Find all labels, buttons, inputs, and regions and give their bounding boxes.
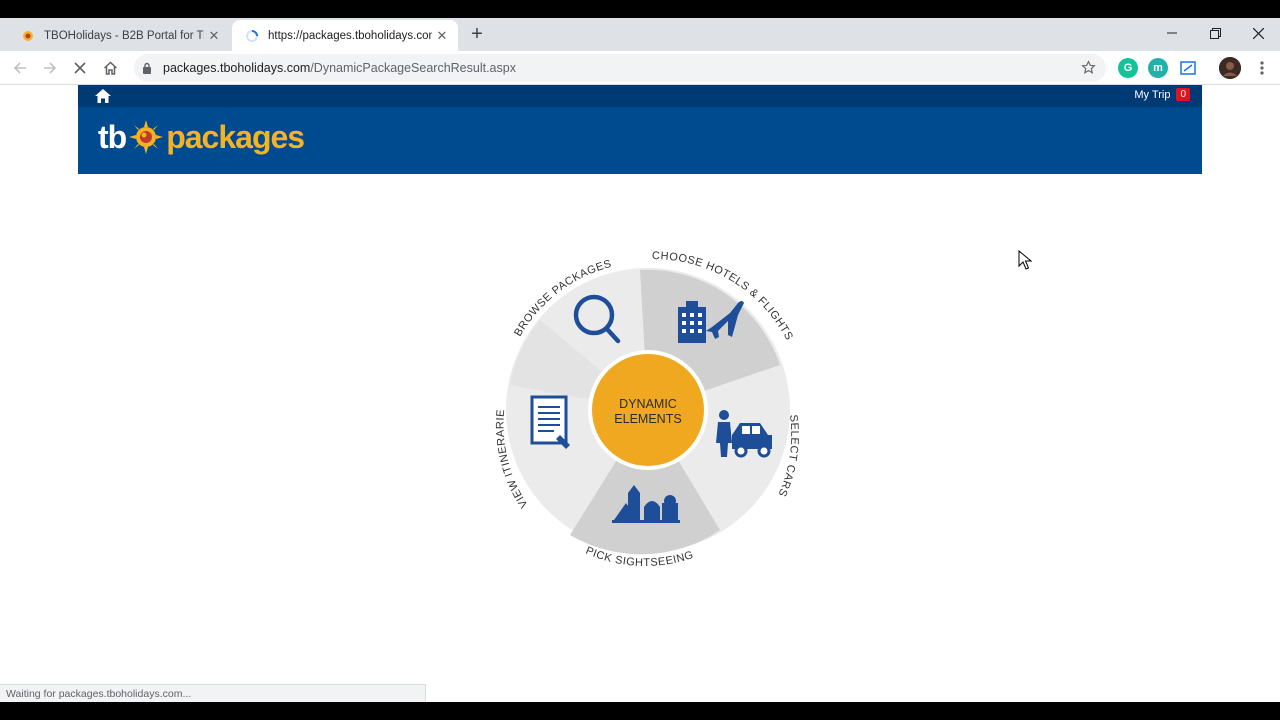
logo-packages-text: packages bbox=[166, 118, 305, 155]
itinerary-document-icon bbox=[530, 395, 570, 449]
bookmark-star-icon[interactable] bbox=[1081, 60, 1096, 78]
my-trip-label: My Trip bbox=[1134, 88, 1171, 101]
minimize-icon[interactable] bbox=[1150, 18, 1194, 48]
address-bar[interactable]: packages.tboholidays.com/DynamicPackageS… bbox=[134, 54, 1106, 82]
dynamic-elements-wheel: DYNAMIC ELEMENTS BROWSE PACKAGES CHOOSE … bbox=[490, 245, 800, 569]
new-tab-plus-icon[interactable]: + bbox=[466, 24, 488, 46]
tab-tboholidays[interactable]: TBOHolidays - B2B Portal for Tra ✕ bbox=[8, 20, 230, 51]
status-text: Waiting for packages.tboholidays.com... bbox=[6, 687, 192, 700]
screen-extension-icon[interactable] bbox=[1178, 58, 1198, 78]
back-arrow-icon[interactable] bbox=[8, 56, 32, 80]
url-path: /DynamicPackageSearchResult.aspx bbox=[310, 61, 516, 75]
stop-loading-icon[interactable] bbox=[68, 56, 92, 80]
tab-title: TBOHolidays - B2B Portal for Tra bbox=[44, 29, 204, 42]
logo-tb-text: tb bbox=[98, 118, 127, 155]
center-text-line1: DYNAMIC bbox=[619, 397, 677, 411]
center-text-line2: ELEMENTS bbox=[614, 412, 681, 426]
sun-logo-icon bbox=[129, 120, 164, 154]
profile-avatar[interactable] bbox=[1219, 57, 1241, 79]
m-extension-icon[interactable]: m bbox=[1148, 58, 1168, 78]
forward-arrow-icon[interactable] bbox=[38, 56, 62, 80]
tab-packages[interactable]: https://packages.tboholidays.com ✕ bbox=[232, 20, 458, 51]
home-icon[interactable] bbox=[94, 88, 112, 104]
site-header: My Trip 0 tb packages bbox=[78, 85, 1202, 174]
tab-title: https://packages.tboholidays.com bbox=[268, 29, 432, 42]
url-host: packages.tboholidays.com bbox=[163, 61, 311, 75]
tb-packages-logo[interactable]: tb packages bbox=[98, 115, 305, 159]
my-trip-link[interactable]: My Trip 0 bbox=[1134, 88, 1190, 101]
top-bar: My Trip 0 bbox=[78, 85, 1202, 107]
browser-toolbar: packages.tboholidays.com/DynamicPackageS… bbox=[0, 51, 1280, 85]
menu-kebab-icon[interactable] bbox=[1250, 56, 1274, 80]
loading-spinner-icon bbox=[244, 28, 260, 44]
close-window-icon[interactable] bbox=[1236, 18, 1280, 48]
restore-icon[interactable] bbox=[1193, 18, 1237, 48]
my-trip-count-badge: 0 bbox=[1176, 88, 1190, 101]
tab-strip: TBOHolidays - B2B Portal for Tra ✕ https… bbox=[0, 18, 1280, 51]
tbo-favicon-icon bbox=[20, 28, 36, 44]
lock-icon bbox=[142, 61, 154, 75]
browser-window: TBOHolidays - B2B Portal for Tra ✕ https… bbox=[0, 18, 1280, 702]
status-bar: Waiting for packages.tboholidays.com... bbox=[0, 684, 426, 702]
home-button-icon[interactable] bbox=[98, 56, 122, 80]
tab-close-icon[interactable]: ✕ bbox=[204, 28, 224, 44]
mouse-cursor-icon bbox=[1018, 250, 1032, 270]
grammarly-extension-icon[interactable]: G bbox=[1118, 58, 1138, 78]
tab-close-icon[interactable]: ✕ bbox=[432, 28, 452, 44]
page-content: My Trip 0 tb packages DYNAMIC ELEMENTS B… bbox=[0, 85, 1280, 702]
